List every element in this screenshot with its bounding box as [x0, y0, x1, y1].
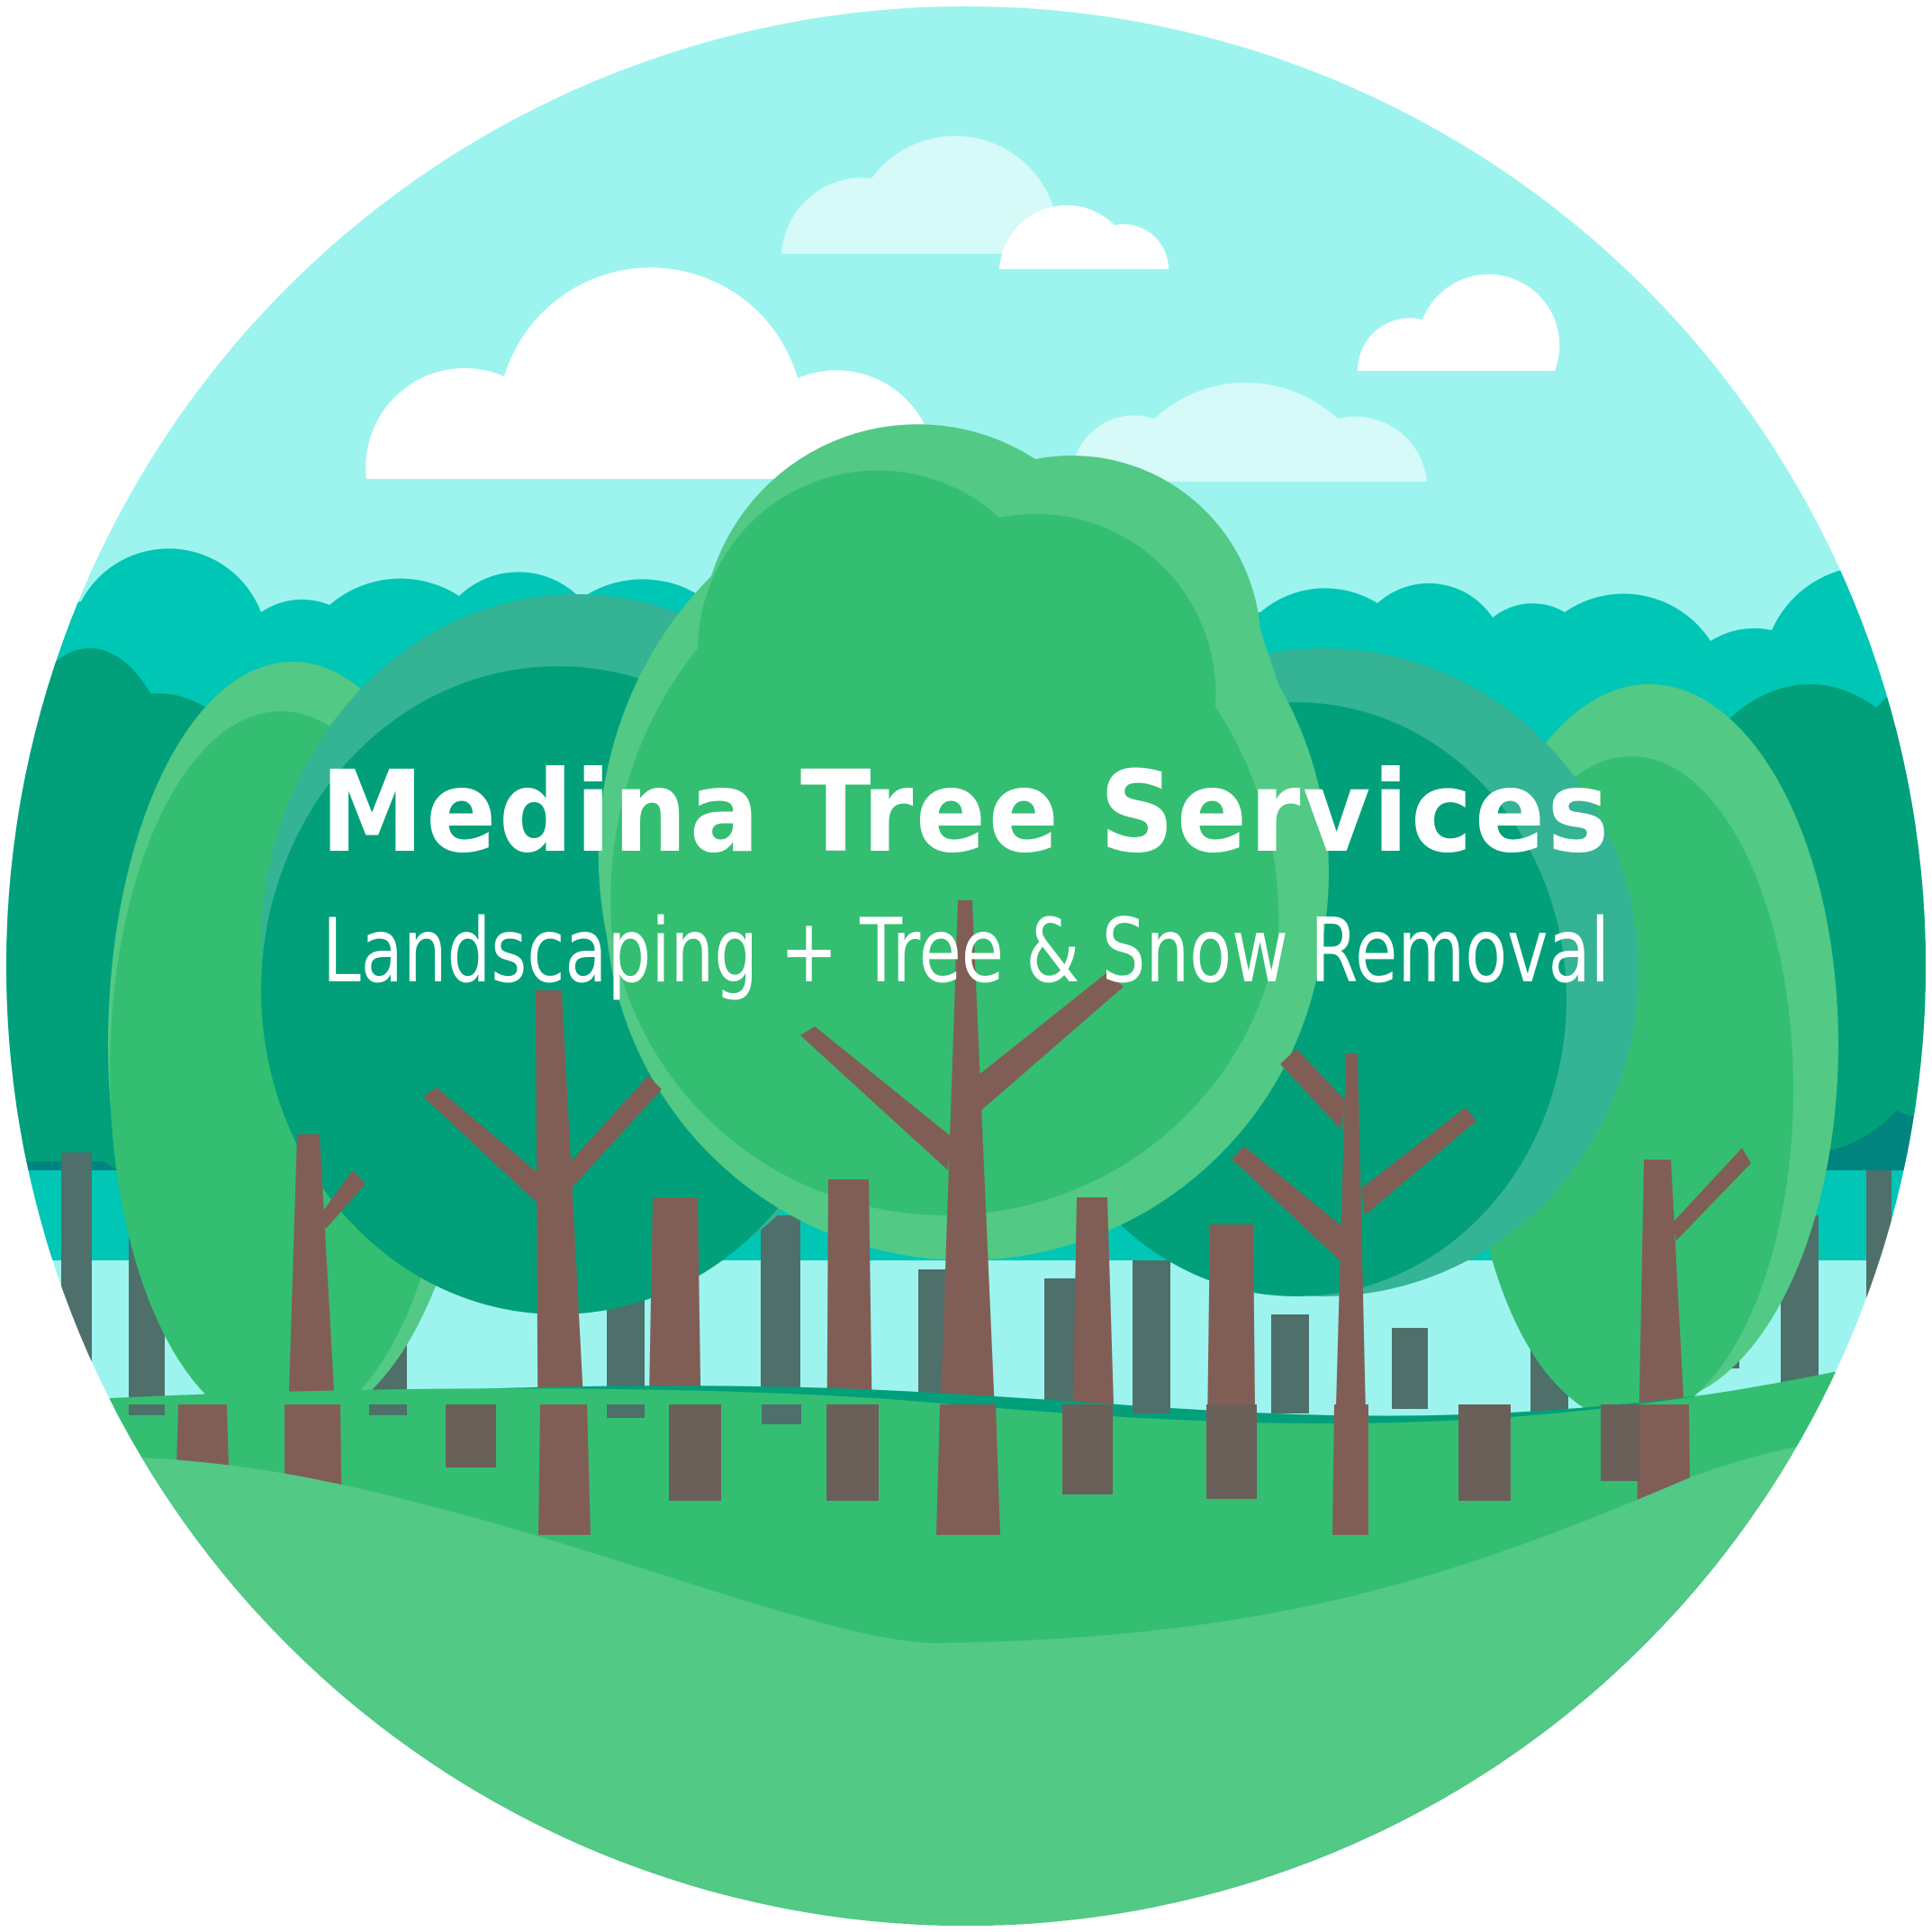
company-name: Medina Tree Services — [320, 747, 1612, 878]
logo-badge: Medina Tree Services Landscaping + Tree … — [0, 0, 1932, 1932]
forest-scene-illustration: Medina Tree Services Landscaping + Tree … — [6, 6, 1926, 1926]
company-tagline: Landscaping + Tree & Snow Removal — [322, 900, 1610, 1003]
